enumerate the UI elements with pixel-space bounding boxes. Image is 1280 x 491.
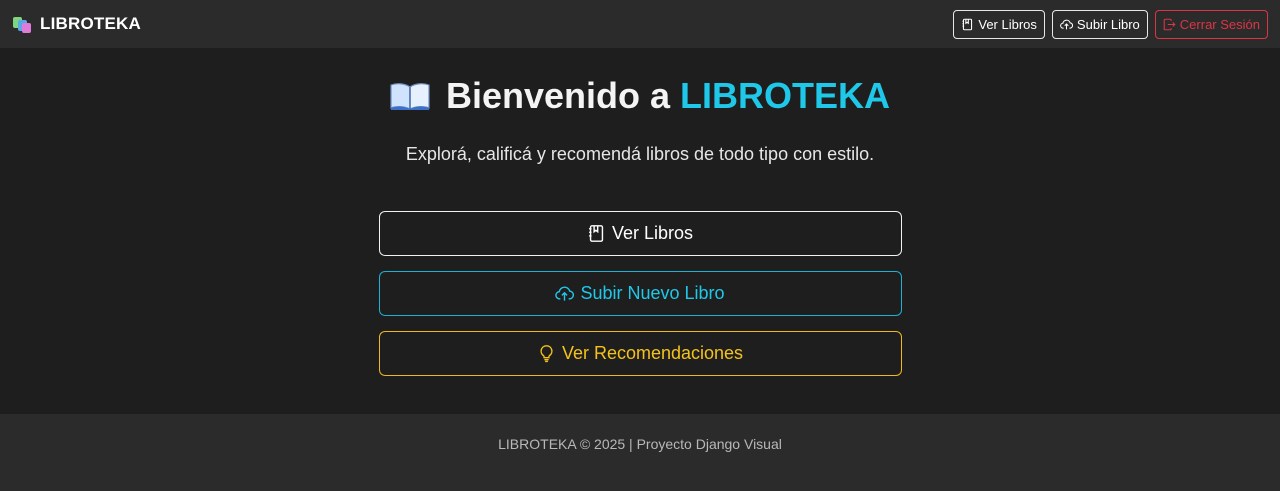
ver-libros-button[interactable]: Ver Libros — [378, 211, 902, 256]
title-accent: LIBROTEKA — [680, 75, 891, 116]
brand-name: LIBROTEKA — [40, 14, 141, 33]
title-prefix: Bienvenido a — [445, 75, 681, 116]
ver-libros-label: Ver Libros — [611, 223, 694, 243]
page-title-row: Bienvenido a LIBROTEKA — [0, 75, 1280, 117]
cloud-upload-icon — [1060, 19, 1073, 29]
ver-recomendaciones-label: Ver Recomendaciones — [561, 343, 744, 363]
open-book-icon — [390, 83, 430, 110]
nav-ver-libros-button[interactable]: Ver Libros — [953, 9, 1045, 39]
journal-bookmark-icon — [589, 225, 604, 242]
page-subtitle: Explorá, calificá y recomendá libros de … — [405, 144, 875, 164]
cloud-upload-icon — [555, 286, 575, 301]
footer-text: LIBROTEKA © 2025 | Proyecto Django Visua… — [498, 436, 782, 452]
page-title: Bienvenido a LIBROTEKA — [446, 75, 890, 117]
books-logo-icon — [13, 15, 33, 33]
brand-link[interactable]: LIBROTEKA — [13, 14, 141, 34]
lightbulb-icon — [540, 345, 553, 363]
journal-bookmark-icon — [962, 18, 973, 30]
nav-subir-libro-label: Subir Libro — [1076, 16, 1140, 32]
nav-cerrar-sesion-label: Cerrar Sesión — [1179, 16, 1260, 32]
box-arrow-right-icon — [1163, 18, 1176, 30]
navbar: LIBROTEKA Ver Libros Subir Libro Cerrar … — [0, 0, 1280, 48]
action-buttons: Ver Libros Subir Nuevo Libro Ver Recomen… — [378, 211, 902, 376]
nav-actions: Ver Libros Subir Libro Cerrar Sesión — [953, 9, 1268, 39]
subir-nuevo-libro-label: Subir Nuevo Libro — [580, 283, 725, 303]
subir-nuevo-libro-button[interactable]: Subir Nuevo Libro — [378, 271, 902, 316]
nav-ver-libros-label: Ver Libros — [978, 16, 1037, 32]
nav-subir-libro-button[interactable]: Subir Libro — [1051, 9, 1148, 39]
nav-cerrar-sesion-button[interactable]: Cerrar Sesión — [1154, 9, 1268, 39]
footer: LIBROTEKA © 2025 | Proyecto Django Visua… — [0, 414, 1280, 491]
ver-recomendaciones-button[interactable]: Ver Recomendaciones — [378, 331, 902, 376]
main-content: Bienvenido a LIBROTEKA Explorá, calificá… — [0, 75, 1280, 376]
